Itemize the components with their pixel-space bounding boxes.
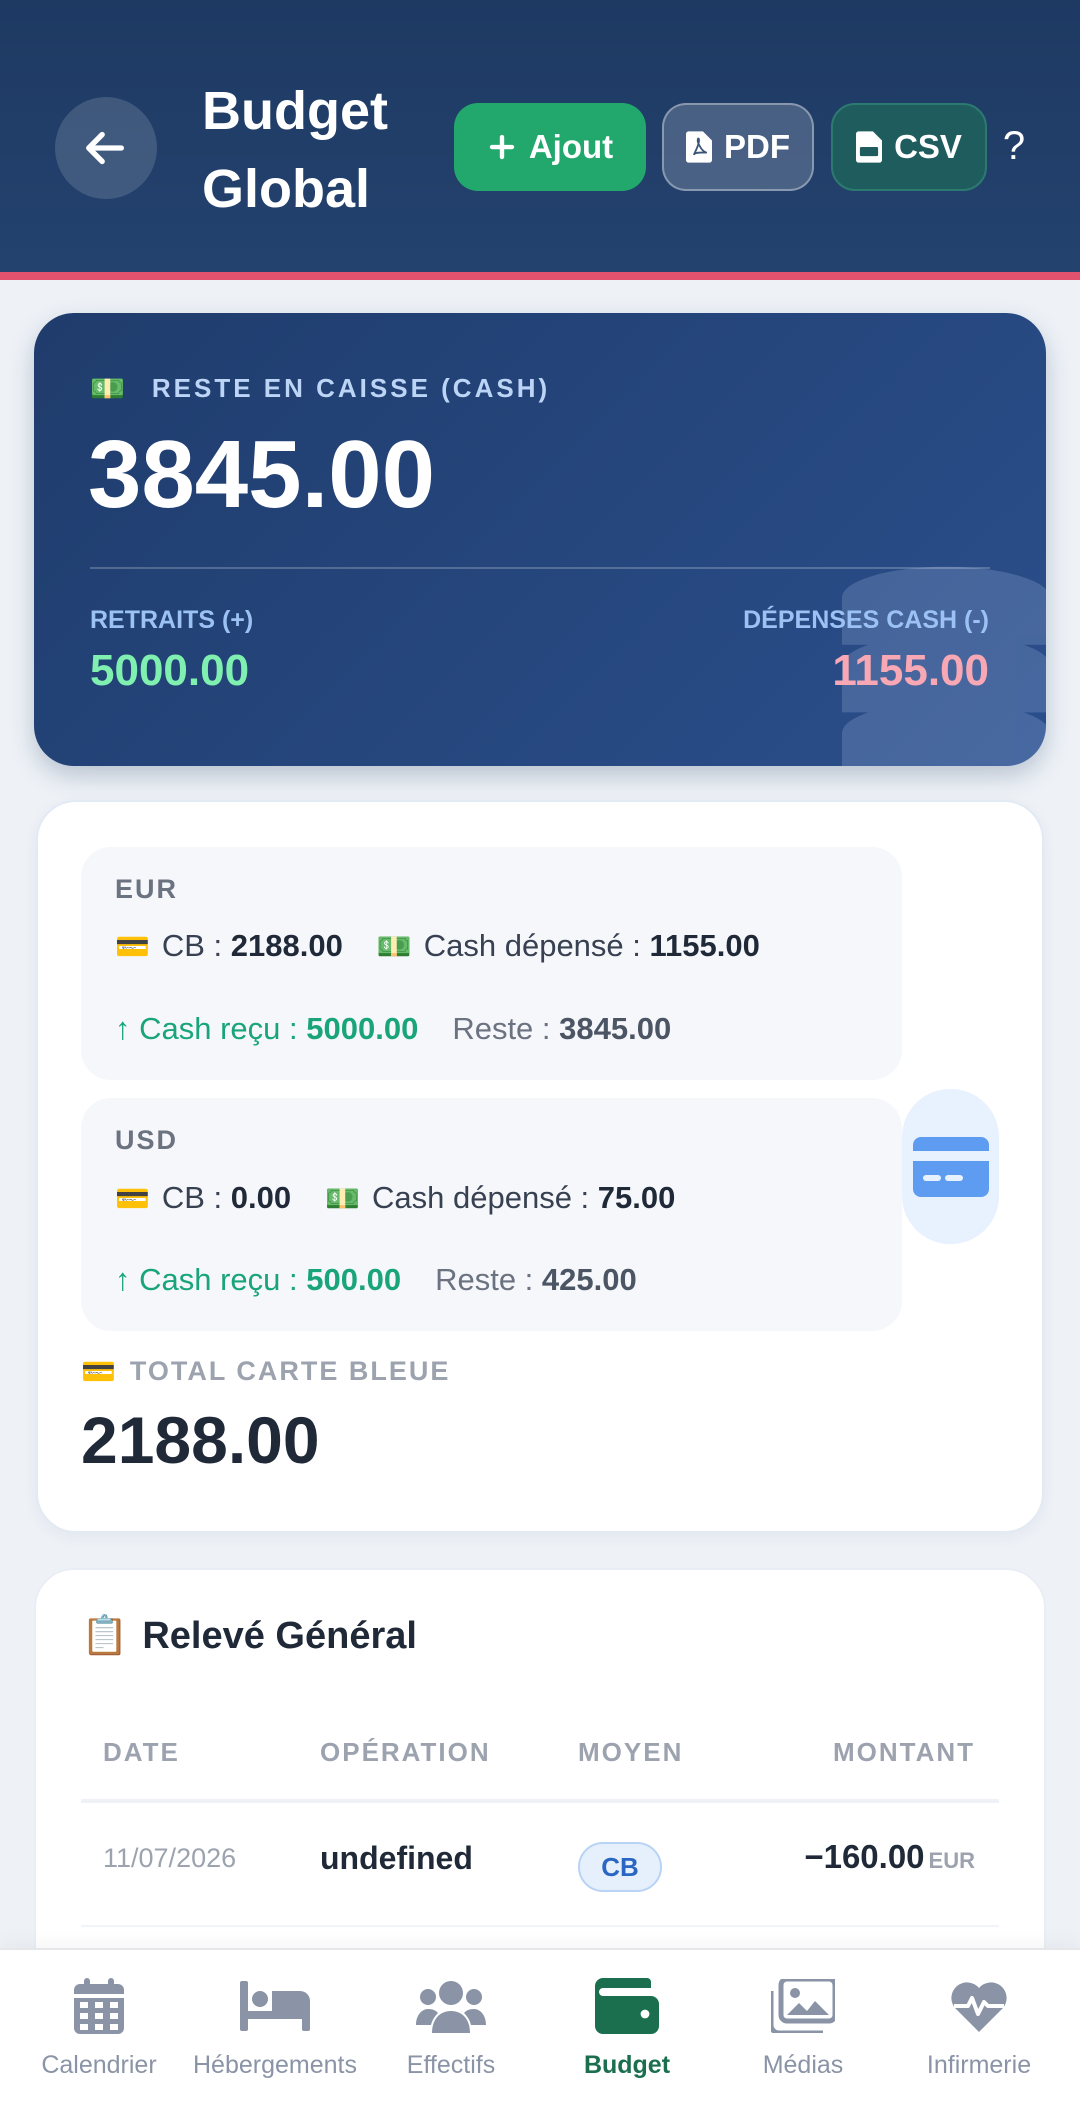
cash-received: ↑ Cash reçu : 500.00 bbox=[115, 1262, 401, 1298]
back-button[interactable] bbox=[55, 97, 157, 199]
add-button[interactable]: Ajout bbox=[454, 103, 646, 191]
csv-button-label: CSV bbox=[894, 128, 962, 165]
column-header-operation[interactable]: OPÉRATION bbox=[320, 1737, 491, 1768]
row-operation[interactable]: undefined bbox=[320, 1840, 473, 1877]
nav-label: Médias bbox=[762, 2051, 844, 2079]
row-currency: EUR bbox=[928, 1848, 975, 1873]
depenses-cash-label: DÉPENSES CASH (-) bbox=[743, 606, 989, 634]
csv-file-icon bbox=[856, 131, 883, 163]
retraits-label: RETRAITS (+) bbox=[90, 606, 254, 634]
cb-label: CB : bbox=[161, 928, 223, 963]
reste: Reste : 425.00 bbox=[435, 1262, 637, 1298]
reste-label: Reste : bbox=[435, 1262, 534, 1297]
nav-item-budget[interactable]: Budget bbox=[539, 1975, 715, 2085]
clipboard-icon: 📋 bbox=[81, 1615, 129, 1657]
cash-received-value: 500.00 bbox=[306, 1262, 402, 1297]
currency-balance-line: ↑ Cash reçu : 500.00 Reste : 425.00 bbox=[115, 1262, 637, 1298]
nav-item-medias[interactable]: Médias bbox=[715, 1975, 891, 2085]
banknote-icon: 💵 bbox=[90, 373, 128, 404]
plus-icon bbox=[489, 134, 515, 160]
row-amount-value: −160.00 bbox=[804, 1838, 925, 1875]
total-cb-label: 💳 TOTAL CARTE BLEUE bbox=[81, 1355, 450, 1388]
arrow-left-icon bbox=[86, 131, 125, 165]
retraits-value: 5000.00 bbox=[90, 646, 250, 695]
currency-spending-line: 💳 CB : 0.00 💵 Cash dépensé : 75.00 bbox=[115, 1180, 675, 1216]
cash-amount: 3845.00 bbox=[88, 421, 436, 528]
add-button-label: Ajout bbox=[528, 128, 614, 165]
currency-code: EUR bbox=[115, 874, 179, 904]
pdf-export-button[interactable]: PDF bbox=[662, 103, 814, 191]
cash-received-value: 5000.00 bbox=[306, 1011, 419, 1046]
nav-label: Effectifs bbox=[406, 2051, 496, 2079]
cash-label: 💵 RESTE EN CAISSE (CASH) bbox=[90, 372, 550, 405]
row-date: 11/07/2026 bbox=[103, 1843, 237, 1873]
table-header-divider bbox=[81, 1799, 999, 1803]
nav-label: Calendrier bbox=[41, 2051, 157, 2079]
nav-item-infirmerie[interactable]: Infirmerie bbox=[891, 1975, 1067, 2085]
currency-code: USD bbox=[115, 1125, 179, 1155]
wallet-icon bbox=[592, 1975, 662, 2037]
row-divider bbox=[81, 1925, 999, 1927]
total-cb-label-text: TOTAL CARTE BLEUE bbox=[129, 1356, 451, 1386]
credit-card-icon: 💳 bbox=[81, 1356, 118, 1387]
cash-received: ↑ Cash reçu : 5000.00 bbox=[115, 1011, 418, 1047]
reste-value: 3845.00 bbox=[559, 1011, 672, 1046]
total-cb-value: 2188.00 bbox=[81, 1403, 320, 1477]
nav-item-hebergements[interactable]: Hébergements bbox=[187, 1975, 363, 2085]
csv-export-button[interactable]: CSV bbox=[831, 103, 987, 191]
cash-received-label: ↑ Cash reçu : bbox=[115, 1262, 298, 1297]
cash-divider bbox=[90, 567, 990, 569]
cash-label-text: RESTE EN CAISSE (CASH) bbox=[151, 373, 551, 403]
images-icon bbox=[768, 1975, 838, 2037]
nav-label: Infirmerie bbox=[926, 2051, 1032, 2079]
calendar-icon bbox=[64, 1975, 134, 2037]
cash-spent-label: Cash dépensé : bbox=[372, 1180, 590, 1215]
row-amount: −160.00 EUR bbox=[804, 1838, 975, 1876]
credit-card-icon: 💳 bbox=[115, 1182, 150, 1214]
statement-title: 📋 Relevé Général bbox=[81, 1614, 417, 1658]
cash-spent-label: Cash dépensé : bbox=[423, 928, 641, 963]
credit-card-icon bbox=[912, 1136, 989, 1197]
nav-label: Budget bbox=[583, 2051, 671, 2079]
reste-value: 425.00 bbox=[541, 1262, 637, 1297]
column-header-date[interactable]: DATE bbox=[103, 1737, 180, 1768]
reste: Reste : 3845.00 bbox=[452, 1011, 671, 1047]
payment-method-badge: CB bbox=[578, 1842, 662, 1892]
card-view-toggle[interactable] bbox=[902, 1089, 999, 1244]
cash-spent-value: 75.00 bbox=[597, 1180, 676, 1215]
credit-card-icon: 💳 bbox=[115, 930, 150, 962]
cb-value: 2188.00 bbox=[230, 928, 343, 963]
cb-label: CB : bbox=[161, 1180, 223, 1215]
pdf-file-icon bbox=[686, 131, 712, 163]
page-title: Budget Global bbox=[202, 81, 388, 219]
help-button[interactable]: ? bbox=[996, 118, 1032, 174]
currency-spending-line: 💳 CB : 2188.00 💵 Cash dépensé : 1155.00 bbox=[115, 928, 760, 964]
bed-icon bbox=[240, 1975, 310, 2037]
currency-balance-line: ↑ Cash reçu : 5000.00 Reste : 3845.00 bbox=[115, 1011, 671, 1047]
banknote-icon: 💵 bbox=[325, 1182, 361, 1214]
nav-label: Hébergements bbox=[193, 2051, 357, 2079]
users-icon bbox=[416, 1975, 486, 2037]
banknote-icon: 💵 bbox=[376, 930, 412, 962]
nav-item-calendrier[interactable]: Calendrier bbox=[11, 1975, 187, 2085]
pdf-button-label: PDF bbox=[724, 128, 790, 165]
heart-pulse-icon bbox=[944, 1975, 1014, 2037]
column-header-amount[interactable]: MONTANT bbox=[833, 1737, 975, 1768]
cash-received-label: ↑ Cash reçu : bbox=[115, 1011, 298, 1046]
cb-value: 0.00 bbox=[230, 1180, 292, 1215]
depenses-cash-value: 1155.00 bbox=[832, 646, 989, 695]
column-header-method[interactable]: MOYEN bbox=[578, 1737, 683, 1768]
cash-spent-value: 1155.00 bbox=[649, 928, 760, 963]
statement-title-text: Relevé Général bbox=[142, 1614, 417, 1657]
nav-item-effectifs[interactable]: Effectifs bbox=[363, 1975, 539, 2085]
reste-label: Reste : bbox=[452, 1011, 551, 1046]
